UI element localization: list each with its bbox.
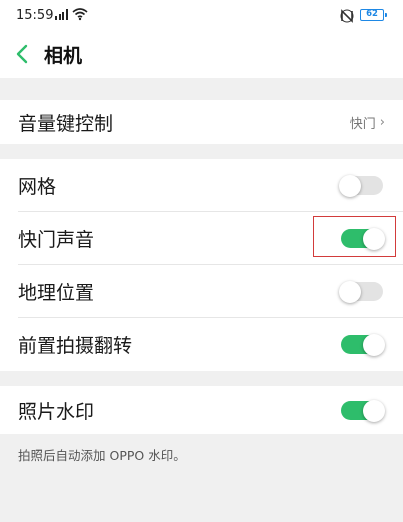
toggle-knob [363, 399, 385, 422]
toggle-knob [339, 280, 361, 303]
status-bar: 15:59 62 [0, 0, 403, 30]
front-mirror-toggle[interactable] [341, 333, 385, 356]
grid-label: 网格 [18, 176, 57, 198]
location-row: 地理位置 [0, 265, 403, 318]
back-button[interactable] [10, 40, 34, 68]
shutter-sound-row: 快门声音 [0, 212, 403, 265]
app-bar: 相机 [0, 30, 403, 78]
location-toggle[interactable] [339, 280, 383, 303]
watermark-row: 照片水印 [0, 386, 403, 434]
signal-icon [55, 9, 68, 20]
status-time: 15:59 [16, 8, 54, 23]
page-title: 相机 [44, 45, 83, 67]
settings-group-volume: 音量键控制 快门 › [0, 100, 403, 144]
front-mirror-row: 前置拍摄翻转 [0, 318, 403, 371]
settings-group-toggles: 网格 快门声音 地理位置 前置拍摄翻转 [0, 159, 403, 371]
location-label: 地理位置 [18, 282, 95, 304]
grid-toggle[interactable] [339, 174, 383, 197]
volume-key-value: 快门 › [350, 100, 385, 144]
nfc-icon [339, 8, 355, 27]
volume-key-value-text: 快门 [349, 116, 376, 132]
toggle-knob [363, 333, 385, 356]
shutter-sound-toggle[interactable] [341, 227, 385, 250]
watermark-description: 拍照后自动添加 OPPO 水印。 [18, 448, 186, 463]
section-gap [0, 78, 403, 100]
grid-row: 网格 [0, 159, 403, 212]
section-gap [0, 371, 403, 386]
volume-key-control-label: 音量键控制 [18, 112, 114, 135]
settings-group-watermark: 照片水印 [0, 386, 403, 434]
watermark-toggle[interactable] [341, 399, 385, 422]
shutter-sound-label: 快门声音 [18, 229, 95, 251]
volume-key-control-row[interactable]: 音量键控制 快门 › [0, 100, 403, 144]
toggle-knob [339, 174, 361, 197]
chevron-left-icon [16, 44, 28, 64]
chevron-right-icon: › [379, 114, 385, 130]
watermark-label: 照片水印 [18, 400, 95, 423]
front-mirror-label: 前置拍摄翻转 [18, 335, 133, 357]
wifi-icon [72, 6, 88, 25]
battery-icon: 62 [360, 9, 387, 21]
toggle-knob [363, 227, 385, 250]
section-gap [0, 144, 403, 159]
